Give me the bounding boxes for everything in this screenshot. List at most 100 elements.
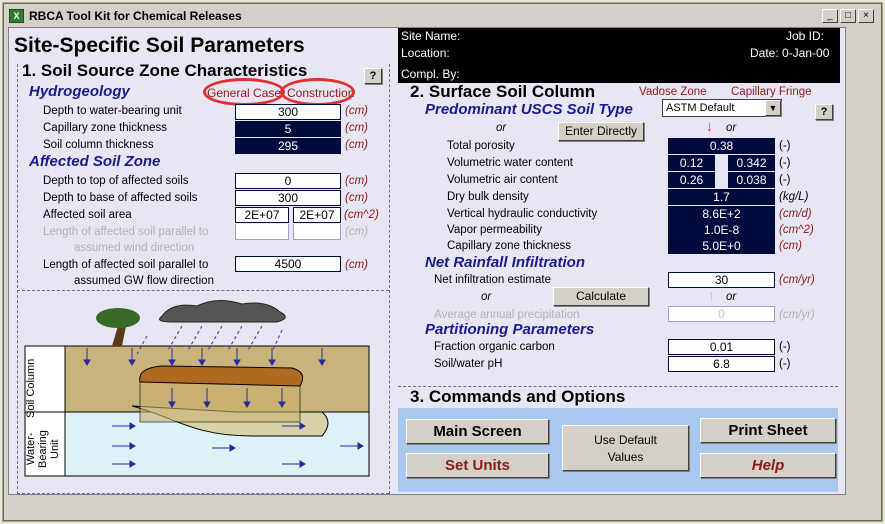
site-info-block: Site Name: Job ID: Location: Date: 0-Jan…	[398, 28, 840, 83]
chevron-down-icon[interactable]: ▼	[765, 100, 781, 116]
close-icon[interactable]: ×	[858, 9, 874, 23]
water-bearing-diagram-label: Water-Bearing Unit	[25, 430, 61, 468]
water-content-label: Volumetric water content	[447, 157, 573, 169]
depth-top-field[interactable]: 0	[235, 173, 341, 189]
capillary-zone-unit: (cm)	[345, 122, 368, 134]
capillary-zone-label: Capillary zone thickness	[43, 122, 168, 134]
rainfall-heading: Net Rainfall Infiltration	[425, 254, 586, 271]
air-content-capillary-field[interactable]: 0.038	[728, 172, 775, 188]
soil-column-field[interactable]: 295	[235, 138, 341, 154]
general-case-highlight	[203, 78, 285, 106]
section2-title: 2. Surface Soil Column	[410, 82, 596, 101]
use-default-values-button[interactable]: Use Default Values	[562, 425, 689, 471]
capillary-zone-field[interactable]: 5	[235, 121, 341, 137]
capillary-thickness-label: Capillary zone thickness	[447, 240, 572, 252]
total-porosity-label: Total porosity	[447, 140, 515, 152]
or-label-2: or	[726, 122, 737, 134]
air-content-label: Volumetric air content	[447, 174, 558, 186]
calculate-button[interactable]: Calculate	[553, 287, 649, 306]
gw-length-field[interactable]: 4500	[235, 256, 341, 272]
vapor-permeability-unit: (cm^2)	[779, 224, 814, 236]
or-label-3: or	[481, 291, 492, 303]
soil-column-unit: (cm)	[345, 139, 368, 151]
total-porosity-field[interactable]: 0.38	[668, 138, 775, 154]
enter-directly-button[interactable]: Enter Directly	[558, 122, 644, 141]
partitioning-heading: Partitioning Parameters	[425, 321, 595, 338]
depth-base-label: Depth to base of affected soils	[43, 192, 198, 204]
arrow-up-icon: ↑	[708, 287, 715, 303]
tree-trunk	[112, 326, 126, 346]
foc-field[interactable]: 0.01	[668, 339, 775, 355]
affected-area-field-2[interactable]: 2E+07	[293, 207, 341, 223]
maximize-icon[interactable]: □	[840, 9, 856, 23]
depth-top-label: Depth to top of affected soils	[43, 175, 189, 187]
section2-help-button[interactable]: ?	[815, 104, 833, 120]
ph-unit: (-)	[779, 358, 791, 370]
main-screen-button[interactable]: Main Screen	[406, 419, 549, 444]
construction-highlight	[280, 78, 355, 106]
section3-title: 3. Commands and Options	[410, 387, 626, 406]
location-label: Location:	[401, 46, 450, 60]
or-label-4: or	[726, 291, 737, 303]
capillary-thickness-unit: (cm)	[779, 240, 802, 252]
bulk-density-label: Dry bulk density	[447, 191, 529, 203]
soil-column-diagram-label: Soil Column	[25, 358, 37, 418]
capillary-thickness-field[interactable]: 5.0E+0	[668, 238, 775, 254]
net-infiltration-field[interactable]: 30	[668, 272, 775, 288]
hydrogeology-heading: Hydrogeology	[29, 83, 130, 100]
print-sheet-button[interactable]: Print Sheet	[700, 418, 836, 443]
foc-unit: (-)	[779, 341, 791, 353]
precipitation-field[interactable]: 0	[668, 306, 775, 322]
excel-app-icon: X	[9, 9, 24, 23]
wind-length-label-1: Length of affected soil parallel to	[43, 226, 209, 238]
water-content-vadose-field[interactable]: 0.12	[668, 155, 715, 171]
gw-length-label-1: Length of affected soil parallel to	[43, 259, 209, 271]
worksheet-right-margin	[846, 27, 879, 512]
foc-label: Fraction organic carbon	[434, 341, 555, 353]
section1-bottom-border	[17, 493, 389, 494]
affected-area-field-1[interactable]: 2E+07	[235, 207, 289, 223]
air-content-vadose-field[interactable]: 0.26	[668, 172, 715, 188]
air-content-unit: (-)	[779, 174, 791, 186]
section1-divider	[17, 290, 389, 291]
water-content-capillary-field[interactable]: 0.342	[728, 155, 775, 171]
soil-type-dropdown[interactable]: ASTM Default ▼	[662, 99, 782, 117]
net-infiltration-unit: (cm/yr)	[779, 274, 815, 286]
hydraulic-conductivity-field[interactable]: 8.6E+2	[668, 206, 775, 222]
vadose-zone-header: Vadose Zone	[639, 86, 707, 98]
depth-water-field[interactable]: 300	[235, 104, 341, 120]
precipitation-label: Average annual precipitation	[434, 309, 580, 321]
depth-water-unit: (cm)	[345, 105, 368, 117]
wind-length-field-1[interactable]	[235, 224, 289, 240]
site-conceptual-diagram	[24, 300, 370, 477]
bulk-density-field[interactable]: 1.7	[668, 189, 775, 205]
water-content-unit: (-)	[779, 157, 791, 169]
worksheet-bottom-margin	[8, 495, 846, 512]
precipitation-unit: (cm/yr)	[779, 309, 815, 321]
arrow-down-icon: ↓	[706, 118, 713, 134]
wind-length-field-2[interactable]	[293, 224, 341, 240]
vapor-permeability-label: Vapor permeability	[447, 224, 543, 236]
depth-base-field[interactable]: 300	[235, 190, 341, 206]
window-title: RBCA Tool Kit for Chemical Releases	[29, 9, 242, 23]
depth-base-unit: (cm)	[345, 192, 368, 204]
rain-cloud	[159, 300, 286, 323]
uscs-soil-heading: Predominant USCS Soil Type	[425, 101, 633, 118]
ph-field[interactable]: 6.8	[668, 356, 775, 372]
date-label: Date: 0-Jan-00	[750, 46, 830, 60]
capillary-fringe-header: Capillary Fringe	[731, 86, 812, 98]
help-button[interactable]: Help	[700, 453, 836, 478]
tree-canopy	[96, 308, 140, 328]
section1-help-button[interactable]: ?	[364, 68, 382, 84]
set-units-button[interactable]: Set Units	[406, 453, 549, 478]
vapor-permeability-field[interactable]: 1.0E-8	[668, 222, 775, 238]
depth-top-unit: (cm)	[345, 175, 368, 187]
title-bar[interactable]: X RBCA Tool Kit for Chemical Releases _ …	[6, 7, 879, 26]
bulk-density-unit: (kg/L)	[779, 191, 809, 203]
completed-by-label: Compl. By:	[401, 67, 460, 81]
minimize-icon[interactable]: _	[822, 9, 838, 23]
soil-column-label: Soil column thickness	[43, 139, 154, 151]
section1-left-border	[17, 64, 18, 494]
hydraulic-conductivity-label: Vertical hydraulic conductivity	[447, 208, 598, 220]
wind-length-label-2: assumed wind direction	[74, 242, 195, 254]
